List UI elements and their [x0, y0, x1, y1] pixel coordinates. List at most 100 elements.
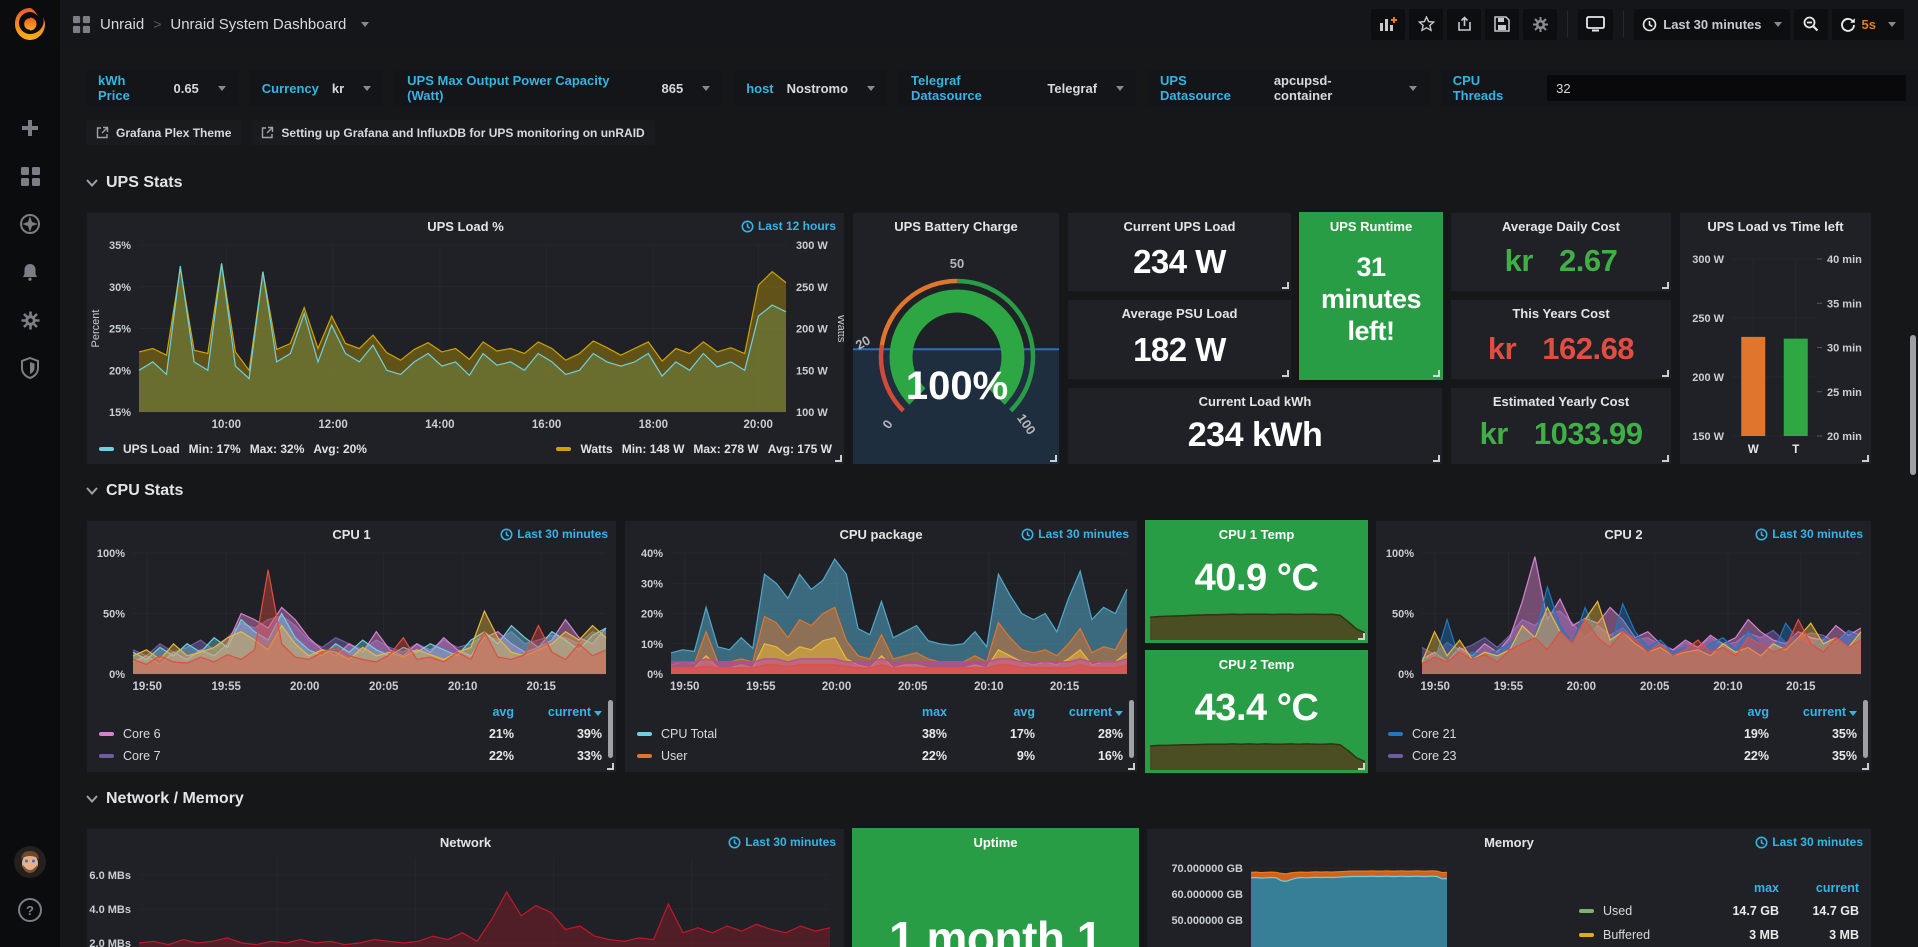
panel-title[interactable]: UPS Battery Charge — [853, 213, 1059, 239]
battery-gauge[interactable]: 02050100100% — [853, 239, 1060, 464]
chevron-down-icon — [361, 22, 369, 27]
panel-time-range[interactable]: Last 12 hours — [741, 219, 836, 233]
dashboards-icon[interactable] — [0, 156, 60, 196]
svg-text:Watts: Watts — [835, 315, 845, 343]
cycle-view-mode-button[interactable] — [1578, 9, 1613, 40]
legend-scrollbar[interactable] — [608, 700, 613, 758]
settings-gear-icon[interactable] — [0, 300, 60, 340]
network-chart[interactable]: 2.0 MBs4.0 MBs6.0 MBs — [87, 855, 845, 947]
variable-ups-max-output[interactable]: UPS Max Output Power Capacity (Watt) 865 — [395, 70, 722, 106]
panel-title[interactable]: CPU 1 Temp — [1146, 521, 1367, 547]
resize-handle[interactable] — [1282, 282, 1289, 289]
resize-handle[interactable] — [1358, 763, 1365, 770]
variable-value[interactable]: 865 — [661, 81, 683, 96]
variable-currency[interactable]: Currency kr — [250, 70, 383, 106]
section-cpu-stats[interactable]: CPU Stats — [86, 482, 183, 500]
variable-telegraf-datasource[interactable]: Telegraf Datasource Telegraf — [899, 70, 1136, 106]
resize-handle[interactable] — [1662, 455, 1669, 462]
star-button[interactable] — [1409, 9, 1443, 40]
page-scrollbar[interactable] — [1910, 335, 1916, 475]
cpu-threads-input[interactable]: 32 — [1547, 75, 1906, 101]
variable-value[interactable]: apcupsd-container — [1274, 73, 1390, 103]
cpu1-chart[interactable]: 19:5019:5520:0020:0520:1020:150%50%100% — [87, 547, 617, 696]
resize-handle[interactable] — [1433, 455, 1440, 462]
panel-title[interactable]: Uptime — [853, 829, 1138, 855]
page-title[interactable]: Unraid System Dashboard — [170, 16, 346, 33]
panel-time-range[interactable]: Last 30 minutes — [1021, 527, 1129, 541]
resize-handle[interactable] — [1662, 282, 1669, 289]
resize-handle[interactable] — [1862, 763, 1869, 770]
resize-handle[interactable] — [1862, 455, 1869, 462]
resize-handle[interactable] — [1050, 455, 1057, 462]
legend-watts[interactable]: Watts Min: 148 W Max: 278 W Avg: 175 W — [556, 438, 832, 460]
variable-host[interactable]: host Nostromo — [734, 70, 887, 106]
ups-load-chart[interactable]: 10:0012:0014:0016:0018:0020:0015%20%25%3… — [87, 239, 845, 438]
help-icon[interactable]: ? — [0, 890, 60, 930]
panel-title[interactable]: UPS Load vs Time left — [1680, 213, 1871, 239]
panel-title[interactable]: Current Load kWh — [1068, 388, 1442, 414]
resize-handle[interactable] — [607, 763, 614, 770]
link-grafana-plex-theme[interactable]: Grafana Plex Theme — [86, 120, 241, 145]
panel-title[interactable]: CPU 2 Last 30 minutes — [1376, 521, 1871, 547]
variable-value[interactable]: kr — [332, 81, 344, 96]
panel-title[interactable]: Average Daily Cost — [1451, 213, 1671, 239]
refresh-button[interactable]: 5s — [1832, 9, 1904, 40]
create-plus-icon[interactable] — [0, 108, 60, 148]
panel-time-range[interactable]: Last 30 minutes — [1755, 835, 1863, 849]
panel-time-range[interactable]: Last 30 minutes — [500, 527, 608, 541]
legend-row-buffered: Buffered 3 MB 3 MB — [1579, 923, 1859, 947]
share-button[interactable] — [1447, 9, 1481, 40]
resize-handle[interactable] — [1282, 370, 1289, 377]
section-network-memory[interactable]: Network / Memory — [86, 790, 244, 808]
resize-handle[interactable] — [1358, 633, 1365, 640]
link-ups-monitoring-guide[interactable]: Setting up Grafana and InfluxDB for UPS … — [251, 120, 654, 145]
cpu-package-chart[interactable]: 19:5019:5520:0020:0520:1020:150%10%20%30… — [625, 547, 1138, 696]
ups-load-vs-time-chart[interactable]: 150 W200 W250 W300 W20 min25 min30 min35… — [1680, 239, 1872, 464]
panel-title[interactable]: Network Last 30 minutes — [87, 829, 844, 855]
panel-title[interactable]: CPU 1 Last 30 minutes — [87, 521, 616, 547]
resize-handle[interactable] — [1128, 763, 1135, 770]
panel-title[interactable]: UPS Load % Last 12 hours — [87, 213, 844, 239]
grafana-logo[interactable] — [10, 5, 50, 45]
panel-title[interactable]: Memory Last 30 minutes — [1147, 829, 1871, 855]
variable-value[interactable]: Nostromo — [787, 81, 848, 96]
panel-title[interactable]: Current UPS Load — [1068, 213, 1291, 239]
variable-value[interactable]: Telegraf — [1047, 81, 1097, 96]
panel-title[interactable]: CPU package Last 30 minutes — [625, 521, 1137, 547]
panel-time-range[interactable]: Last 30 minutes — [728, 835, 836, 849]
cpu2-chart[interactable]: 19:5019:5520:0020:0520:1020:150%50%100% — [1376, 547, 1872, 696]
panel-title[interactable]: Estimated Yearly Cost — [1451, 388, 1671, 414]
breadcrumb[interactable]: Unraid > Unraid System Dashboard — [72, 15, 369, 34]
panel-title[interactable]: This Years Cost — [1451, 300, 1671, 326]
legend-scrollbar[interactable] — [1863, 700, 1868, 758]
save-button[interactable] — [1485, 9, 1519, 40]
explore-compass-icon[interactable] — [0, 204, 60, 244]
panel-ups-battery-charge: UPS Battery Charge 02050100100% — [852, 212, 1060, 465]
variable-ups-datasource[interactable]: UPS Datasource apcupsd-container — [1148, 70, 1429, 106]
panel-title[interactable]: CPU 2 Temp — [1146, 651, 1367, 677]
cpu1-temp-sparkline — [1150, 604, 1365, 640]
resize-handle[interactable] — [835, 455, 842, 462]
zoom-out-button[interactable] — [1794, 9, 1828, 40]
add-panel-button[interactable] — [1371, 9, 1405, 40]
server-admin-shield-icon[interactable] — [0, 348, 60, 388]
variable-value[interactable]: 0.65 — [173, 81, 198, 96]
resize-handle[interactable] — [1433, 370, 1440, 377]
alerting-bell-icon[interactable] — [0, 252, 60, 292]
user-avatar[interactable] — [0, 842, 60, 882]
breadcrumb-app[interactable]: Unraid — [100, 16, 144, 33]
panel-title[interactable]: Average PSU Load — [1068, 300, 1291, 326]
variable-kwh-price[interactable]: kWh Price 0.65 — [86, 70, 238, 106]
variable-cpu-threads[interactable]: CPU Threads 32 — [1441, 70, 1918, 106]
panel-time-range[interactable]: Last 30 minutes — [1755, 527, 1863, 541]
legend-ups-load[interactable]: UPS Load Min: 17% Max: 32% Avg: 20% — [99, 438, 367, 460]
sidebar: ? — [0, 0, 60, 947]
time-range-picker[interactable]: Last 30 minutes — [1634, 9, 1789, 40]
resize-handle[interactable] — [1662, 370, 1669, 377]
dashboard-settings-button[interactable] — [1523, 9, 1557, 40]
svg-text:12:00: 12:00 — [318, 419, 347, 431]
legend-scrollbar[interactable] — [1129, 700, 1134, 758]
panel-title[interactable]: UPS Runtime — [1300, 213, 1442, 239]
stat-value: 234 W — [1068, 243, 1291, 281]
section-ups-stats[interactable]: UPS Stats — [86, 174, 182, 192]
